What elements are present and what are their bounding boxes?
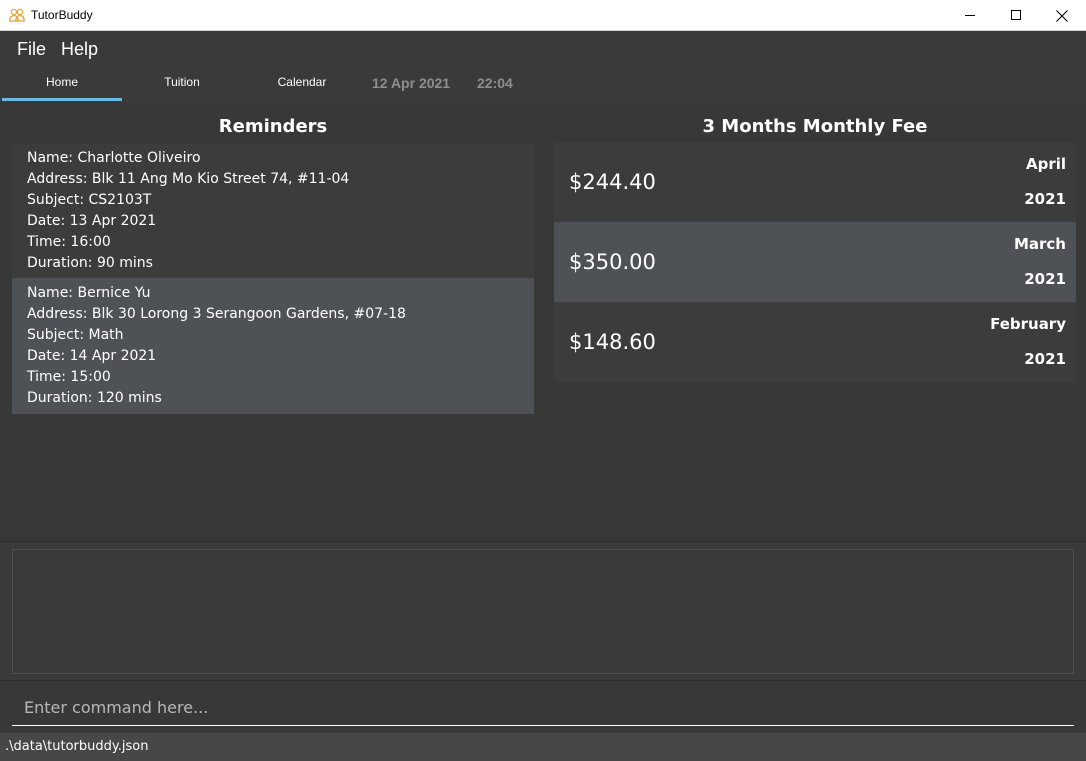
reminder-time: Time: 15:00 bbox=[27, 369, 111, 385]
reminder-subject: Subject: Math bbox=[27, 327, 124, 343]
reminder-card[interactable]: Name: Bernice Yu Address: Blk 30 Lorong … bbox=[12, 278, 534, 414]
close-button[interactable] bbox=[1039, 0, 1085, 31]
reminder-duration: Duration: 120 mins bbox=[27, 390, 162, 406]
reminder-date: Date: 13 Apr 2021 bbox=[27, 213, 157, 229]
fee-year: 2021 bbox=[1024, 270, 1066, 288]
people-icon bbox=[9, 8, 25, 22]
command-panel bbox=[0, 680, 1086, 733]
reminder-date: Date: 14 Apr 2021 bbox=[27, 348, 157, 364]
window-title: TutorBuddy bbox=[31, 8, 93, 22]
current-time: 22:04 bbox=[477, 75, 513, 91]
result-panel bbox=[0, 541, 1086, 681]
fee-month: February bbox=[990, 315, 1066, 333]
reminder-time: Time: 16:00 bbox=[27, 234, 111, 250]
menu-bar: File Help bbox=[0, 31, 1086, 67]
maximize-icon bbox=[1010, 10, 1021, 20]
fee-year: 2021 bbox=[1024, 190, 1066, 208]
fee-month: March bbox=[1013, 235, 1066, 253]
reminder-name: Name: Charlotte Oliveiro bbox=[27, 150, 201, 166]
fee-amount: $350.00 bbox=[569, 250, 656, 274]
fee-list: $244.40 April 2021 $350.00 March 2021 $1… bbox=[554, 142, 1076, 382]
command-input[interactable] bbox=[12, 690, 1074, 726]
menu-help[interactable]: Help bbox=[61, 39, 98, 60]
reminder-card[interactable]: Name: Charlotte Oliveiro Address: Blk 11… bbox=[12, 143, 534, 278]
fee-card[interactable]: $148.60 February 2021 bbox=[554, 302, 1076, 382]
result-display[interactable] bbox=[12, 549, 1074, 674]
fee-card[interactable]: $244.40 April 2021 bbox=[554, 142, 1076, 222]
maximize-button[interactable] bbox=[993, 0, 1039, 31]
fee-year: 2021 bbox=[1024, 350, 1066, 368]
save-file-path: .\data\tutorbuddy.json bbox=[5, 739, 149, 754]
tab-calendar[interactable]: Calendar bbox=[242, 67, 362, 101]
tab-bar: Home Tuition Calendar 12 Apr 2021 22:04 bbox=[0, 67, 1086, 102]
fee-card[interactable]: $350.00 March 2021 bbox=[554, 222, 1076, 302]
reminder-duration: Duration: 90 mins bbox=[27, 255, 153, 271]
reminders-title: Reminders bbox=[218, 116, 328, 137]
fee-amount: $148.60 bbox=[569, 330, 656, 354]
reminder-address: Address: Blk 11 Ang Mo Kio Street 74, #1… bbox=[27, 171, 350, 187]
app-window: TutorBuddy File Help Home Tuition Calend… bbox=[0, 0, 1086, 761]
title-bar: TutorBuddy bbox=[0, 0, 1086, 31]
close-icon bbox=[1056, 9, 1068, 22]
menu-file[interactable]: File bbox=[17, 39, 46, 60]
fee-month: April bbox=[1025, 155, 1066, 173]
reminder-address: Address: Blk 30 Lorong 3 Serangoon Garde… bbox=[27, 306, 406, 322]
fees-title: 3 Months Monthly Fee bbox=[702, 116, 928, 137]
tab-tuition[interactable]: Tuition bbox=[122, 67, 242, 101]
minimize-icon bbox=[964, 15, 975, 16]
minimize-button[interactable] bbox=[947, 0, 993, 31]
reminder-name: Name: Bernice Yu bbox=[27, 285, 151, 301]
fee-amount: $244.40 bbox=[569, 170, 656, 194]
reminder-subject: Subject: CS2103T bbox=[27, 192, 152, 208]
status-bar: .\data\tutorbuddy.json bbox=[0, 733, 1086, 761]
reminders-list: Name: Charlotte Oliveiro Address: Blk 11… bbox=[12, 143, 534, 414]
tab-home[interactable]: Home bbox=[2, 67, 122, 101]
current-date: 12 Apr 2021 bbox=[372, 75, 451, 91]
